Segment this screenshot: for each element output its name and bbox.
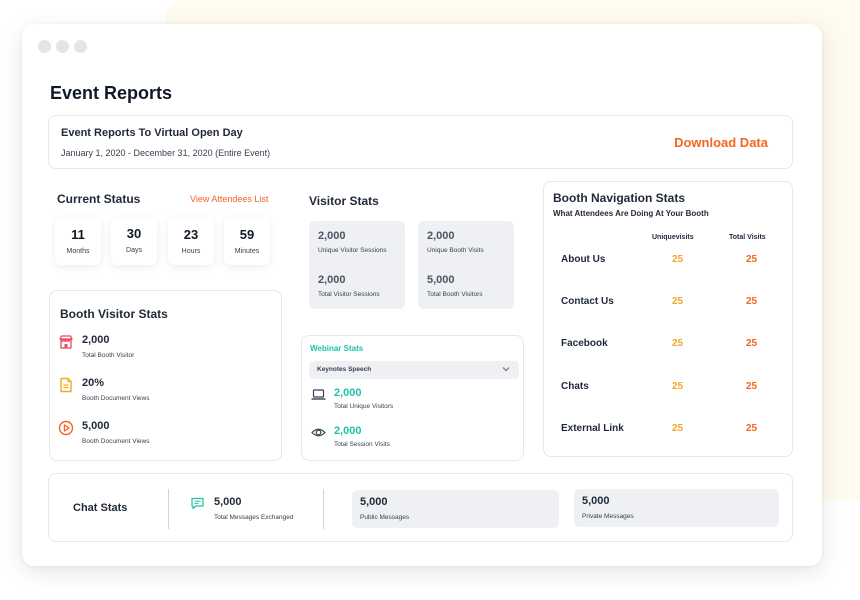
row-total-visits: 25 [746,423,758,434]
countdown-value: 59 [239,227,255,242]
table-row[interactable]: Facebook 25 25 [544,338,792,358]
window-dot [56,40,69,53]
window-controls [38,40,87,53]
stat-item: 5,000 Total Booth Visitors [427,274,483,298]
event-title: Event Reports To Virtual Open Day [61,127,243,139]
table-row[interactable]: About Us 25 25 [544,254,792,274]
column-header-total: Total Visits [729,234,766,241]
current-status-title: Current Status [57,192,141,206]
stat-value: 2,000 [427,230,455,242]
view-attendees-link[interactable]: View Attendees List [190,194,268,204]
private-messages-value: 5,000 [582,495,610,507]
row-name: Contact Us [561,296,614,307]
event-header-card: Event Reports To Virtual Open Day Januar… [48,115,793,169]
booth-visitor-stats-card: Booth Visitor Stats 2,000 Total Booth Vi… [49,290,282,461]
stat-item: 2,000 Unique Visitor Sessions [318,230,387,254]
download-data-button[interactable]: Download Data [674,135,768,150]
messages-exchanged-value: 5,000 [214,496,242,508]
countdown-value: 11 [71,227,85,242]
row-name: Chats [561,381,589,392]
stat-item: 2,000 Total Visitor Sessions [318,274,380,298]
booth-navigation-title: Booth Navigation Stats [553,191,686,205]
stat-label: Total Visitor Sessions [318,291,380,298]
row-unique-visits: 25 [672,423,684,434]
row-total-visits: 25 [746,254,758,265]
stat-value: 2,000 [334,387,362,399]
countdown-minutes: 59 Minutes [224,217,270,265]
stat-label: Unique Visitor Sessions [318,247,387,254]
webinar-stats-title: Webinar Stats [310,344,364,353]
window-dot [38,40,51,53]
chevron-down-icon [502,367,510,372]
visitor-stats-box-booth: 2,000 Unique Booth Visits 5,000 Total Bo… [418,221,514,309]
row-name: External Link [561,423,624,434]
private-messages-box: 5,000 Private Messages [574,489,779,527]
messages-exchanged-label: Total Messages Exchanged [214,514,294,521]
row-name: About Us [561,254,606,265]
stat-value: 2,000 [318,230,346,242]
countdown-label: Hours [181,248,201,255]
event-date-range: January 1, 2020 - December 31, 2020 (Ent… [61,148,271,158]
row-unique-visits: 25 [672,296,684,307]
row-name: Facebook [561,338,608,349]
store-icon [59,335,73,349]
webinar-session-select[interactable]: Keynotes Speech [309,361,519,379]
row-unique-visits: 25 [672,381,684,392]
table-row[interactable]: External Link 25 25 [544,423,792,443]
stat-label: Booth Document Views [82,438,150,445]
document-icon [60,377,72,393]
countdown-days: 30 Days [111,217,157,265]
stat-value: 2,000 [318,274,346,286]
stat-value: 2,000 [82,334,110,346]
chat-stats-title: Chat Stats [73,502,128,514]
countdown-label: Months [66,248,90,255]
stat-value: 5,000 [427,274,455,286]
countdown-value: 30 [126,226,142,241]
page-title: Event Reports [50,83,173,103]
app-window: Event Reports Event Reports To Virtual O… [22,24,822,566]
countdown-hours: 23 Hours [168,217,214,265]
public-messages-value: 5,000 [360,496,388,508]
booth-navigation-card: Booth Navigation Stats What Attendees Ar… [543,181,793,457]
countdown-label: Minutes [234,248,260,255]
stat-label: Total Booth Visitors [427,291,483,298]
row-total-visits: 25 [746,338,758,349]
row-total-visits: 25 [746,381,758,392]
countdown-months: 11 Months [55,217,101,265]
public-messages-box: 5,000 Public Messages [352,490,559,528]
booth-navigation-subtitle: What Attendees Are Doing At Your Booth [553,209,709,218]
private-messages-label: Private Messages [582,513,634,520]
stat-value: 5,000 [82,420,110,432]
countdown-value: 23 [183,227,199,242]
window-dot [74,40,87,53]
stat-item: 2,000 Unique Booth Visits [427,230,484,254]
stat-value: 20% [82,377,105,389]
table-row[interactable]: Contact Us 25 25 [544,296,792,316]
divider [168,489,169,529]
webinar-selected-value: Keynotes Speech [317,366,372,373]
stat-label: Total Booth Visitor [82,352,135,359]
row-unique-visits: 25 [672,254,684,265]
stat-label: Total Session Visits [334,441,390,448]
row-total-visits: 25 [746,296,758,307]
countdown-label: Days [126,247,142,254]
visitor-stats-title: Visitor Stats [309,194,379,208]
chat-icon [191,497,204,510]
chat-stats-card: Chat Stats 5,000 Total Messages Exchange… [48,473,793,542]
table-row[interactable]: Chats 25 25 [544,381,792,401]
laptop-icon [311,389,326,400]
stat-label: Total Unique Visitors [334,403,394,410]
eye-icon [311,428,326,437]
stat-label: Unique Booth Visits [427,247,484,254]
stat-value: 2,000 [334,425,362,437]
column-header-unique: Uniquevisits [652,234,694,241]
play-circle-icon [58,420,74,436]
stat-label: Booth Document Views [82,395,150,402]
row-unique-visits: 25 [672,338,684,349]
visitor-stats-box-sessions: 2,000 Unique Visitor Sessions 2,000 Tota… [309,221,405,309]
divider [323,489,324,529]
booth-visitor-stats-title: Booth Visitor Stats [60,307,168,321]
public-messages-label: Public Messages [360,514,410,521]
webinar-stats-card: Webinar Stats Keynotes Speech 2,000 Tota… [301,335,524,461]
